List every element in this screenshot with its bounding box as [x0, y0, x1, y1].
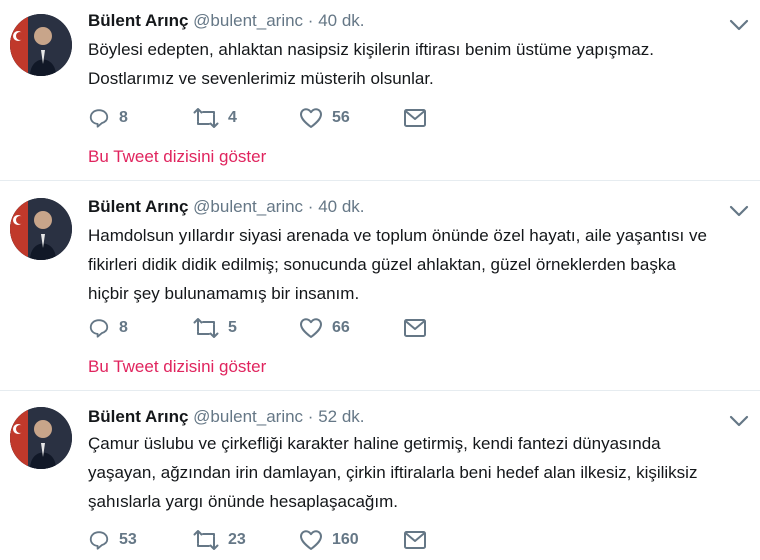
direct-message-button[interactable]	[403, 528, 427, 552]
tweet-text-line: fikirleri didik didik edilmiş; sonucunda…	[88, 255, 676, 274]
avatar[interactable]	[10, 14, 72, 76]
envelope-icon	[404, 531, 426, 549]
chevron-down-icon[interactable]	[728, 204, 750, 218]
like-count: 66	[332, 319, 350, 336]
reply-button[interactable]: 8	[88, 316, 128, 340]
reply-icon	[89, 319, 109, 338]
tweet-text-line: Hamdolsun yıllardır siyasi arenada ve to…	[88, 226, 707, 245]
tweet[interactable]: Bülent Arınç @bulent_arinc · 40 dk. Böyl…	[0, 0, 760, 180]
envelope-icon	[404, 109, 426, 127]
reply-count: 8	[119, 319, 128, 336]
retweet-count: 23	[228, 531, 246, 548]
direct-message-button[interactable]	[403, 106, 427, 130]
like-button[interactable]: 66	[299, 316, 350, 340]
author-name[interactable]: Bülent Arınç	[88, 407, 188, 426]
separator-dot: ·	[307, 407, 314, 426]
retweet-icon	[193, 108, 219, 128]
retweet-button[interactable]: 5	[193, 316, 237, 340]
like-count: 56	[332, 109, 350, 126]
chevron-down-icon[interactable]	[728, 18, 750, 32]
reply-icon	[89, 531, 109, 550]
tweet-header: Bülent Arınç @bulent_arinc · 40 dk.	[88, 197, 365, 217]
avatar-photo	[10, 14, 72, 76]
author-handle[interactable]: @bulent_arinc	[193, 407, 303, 426]
retweet-icon	[193, 530, 219, 550]
direct-message-button[interactable]	[403, 316, 427, 340]
avatar[interactable]	[10, 198, 72, 260]
show-thread-link[interactable]: Bu Tweet dizisini göster	[88, 147, 266, 167]
retweet-button[interactable]: 4	[193, 106, 237, 130]
author-handle[interactable]: @bulent_arinc	[193, 197, 303, 216]
envelope-icon	[404, 319, 426, 337]
tweet-header: Bülent Arınç @bulent_arinc · 52 dk.	[88, 407, 365, 427]
retweet-count: 5	[228, 319, 237, 336]
separator-dot: ·	[307, 11, 314, 30]
tweet-text-line: Dostlarımız ve sevenlerimiz müsterih ols…	[88, 69, 434, 88]
reply-icon	[89, 109, 109, 128]
heart-icon	[300, 318, 322, 338]
heart-icon	[300, 530, 322, 550]
tweet-text: Hamdolsun yıllardır siyasi arenada ve to…	[88, 221, 748, 308]
tweet-text-line: Çamur üslubu ve çirkefliği karakter hali…	[88, 434, 661, 453]
like-count: 160	[332, 531, 359, 548]
retweet-button[interactable]: 23	[193, 528, 246, 552]
avatar-photo	[10, 198, 72, 260]
tweet-time[interactable]: 40 dk.	[318, 11, 364, 30]
tweet-text: Böylesi edepten, ahlaktan nasipsiz kişil…	[88, 35, 748, 93]
tweet-text-line: şahıslarla yargı önünde hesaplaşacağım.	[88, 492, 398, 511]
retweet-count: 4	[228, 109, 237, 126]
chevron-down-icon[interactable]	[728, 414, 750, 428]
like-button[interactable]: 56	[299, 106, 350, 130]
reply-button[interactable]: 53	[88, 528, 137, 552]
show-thread-link[interactable]: Bu Tweet dizisini göster	[88, 357, 266, 377]
reply-count: 8	[119, 109, 128, 126]
avatar[interactable]	[10, 407, 72, 469]
heart-icon	[300, 108, 322, 128]
tweet-text-line: yaşayan, ağzından irin damlayan, çirkin …	[88, 463, 698, 482]
tweet-text-line: Böylesi edepten, ahlaktan nasipsiz kişil…	[88, 40, 654, 59]
tweet-text: Çamur üslubu ve çirkefliği karakter hali…	[88, 429, 748, 516]
retweet-icon	[193, 318, 219, 338]
reply-button[interactable]: 8	[88, 106, 128, 130]
tweet-header: Bülent Arınç @bulent_arinc · 40 dk.	[88, 11, 365, 31]
tweet-time[interactable]: 52 dk.	[318, 407, 364, 426]
tweet[interactable]: Bülent Arınç @bulent_arinc · 40 dk. Hamd…	[0, 181, 760, 390]
like-button[interactable]: 160	[299, 528, 359, 552]
author-name[interactable]: Bülent Arınç	[88, 11, 188, 30]
author-name[interactable]: Bülent Arınç	[88, 197, 188, 216]
tweet[interactable]: Bülent Arınç @bulent_arinc · 52 dk. Çamu…	[0, 391, 760, 560]
tweet-time[interactable]: 40 dk.	[318, 197, 364, 216]
separator-dot: ·	[307, 197, 314, 216]
author-handle[interactable]: @bulent_arinc	[193, 11, 303, 30]
tweet-text-line: hiçbir şey bulunamamış bir insanım.	[88, 284, 360, 303]
avatar-photo	[10, 407, 72, 469]
reply-count: 53	[119, 531, 137, 548]
